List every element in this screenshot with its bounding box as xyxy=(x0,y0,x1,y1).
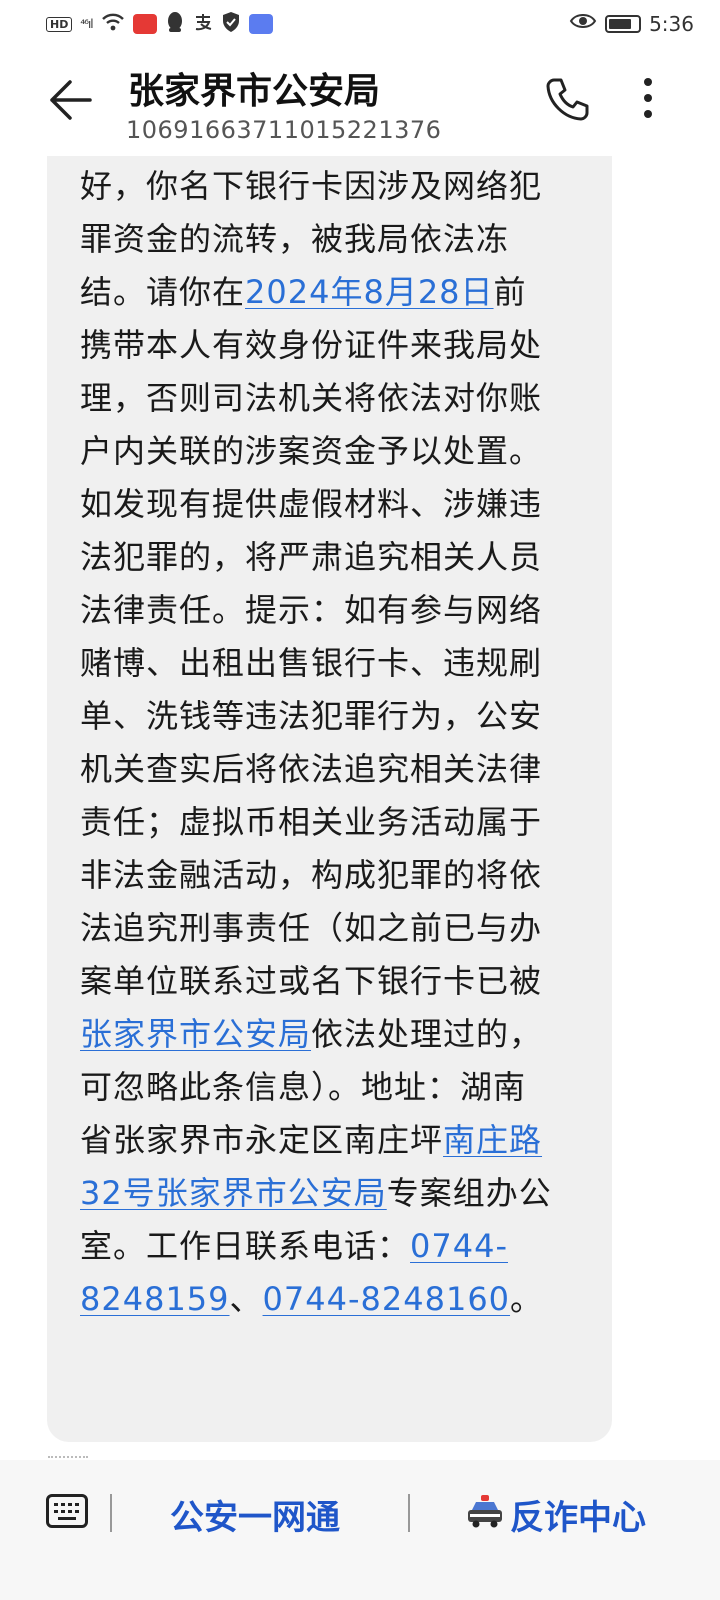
message-link[interactable]: 0744-8248160 xyxy=(263,1280,511,1318)
police-car-icon xyxy=(466,1494,504,1528)
phone-icon[interactable] xyxy=(544,76,590,122)
qq-icon xyxy=(165,11,185,38)
message-link[interactable]: 2024年8月28日 xyxy=(245,273,494,311)
shield-icon xyxy=(221,11,241,38)
menu-item-anti-fraud-center[interactable]: 反诈中心 xyxy=(510,1490,646,1539)
wifi-icon xyxy=(101,12,125,37)
menu-divider xyxy=(110,1494,112,1532)
message-text-segment: 、 xyxy=(229,1280,263,1318)
message-text: 好，你名下银行卡因涉及网络犯罪资金的流转，被我局依法冻结。请你在2024年8月2… xyxy=(80,160,556,1326)
clock-time: 5:36 xyxy=(649,12,694,36)
menu-item-gongan-yiwangtong[interactable]: 公安一网通 xyxy=(170,1490,340,1539)
status-bar: HD ⁴⁶ıl 5:36 xyxy=(0,0,720,48)
eye-comfort-icon xyxy=(569,11,597,37)
message-link[interactable]: 张家界市公安局 xyxy=(80,1015,311,1053)
message-text-segment: 。 xyxy=(510,1280,544,1318)
sender-number: 10691663711015221376 xyxy=(126,116,442,144)
signal-icon: ⁴⁶ıl xyxy=(80,17,93,31)
keyboard-icon[interactable] xyxy=(46,1494,88,1528)
hd-badge: HD xyxy=(46,16,73,32)
menu-divider xyxy=(408,1494,410,1532)
battery-icon xyxy=(605,15,642,33)
back-arrow-icon[interactable] xyxy=(48,78,92,122)
bottom-menu-bar: 公安一网通 反诈中心 xyxy=(0,1460,720,1600)
more-vertical-icon[interactable] xyxy=(636,78,660,124)
app-notification-icon xyxy=(248,14,273,34)
conversation-header: 张家界市公安局 10691663711015221376 xyxy=(0,52,720,152)
news-app-icon xyxy=(132,14,157,34)
message-text-segment: 前携带本人有效身份证件来我局处理，否则司法机关将依法对你账户内关联的涉案资金予以… xyxy=(80,273,543,1000)
contact-title: 张家界市公安局 xyxy=(128,71,381,112)
alipay-icon xyxy=(193,12,213,37)
